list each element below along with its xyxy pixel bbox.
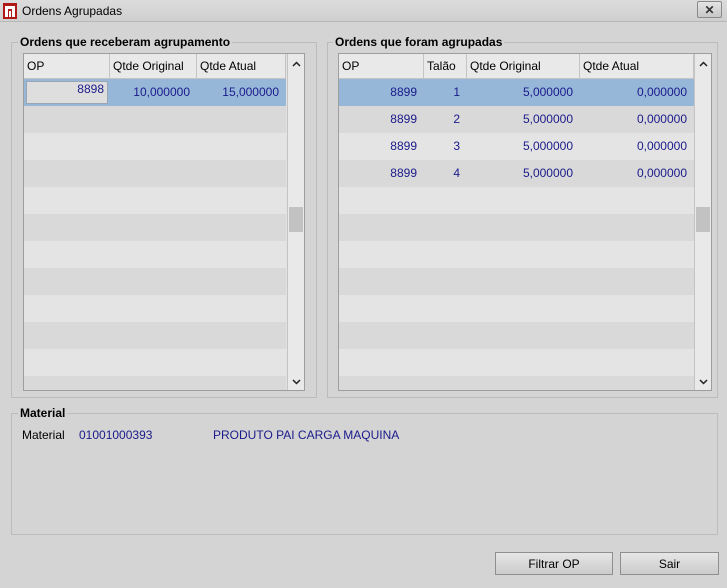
right-cell-talao: 1 — [453, 85, 460, 99]
right-cell-op: 8899 — [390, 85, 417, 99]
material-label: Material — [22, 428, 65, 442]
right-cell-qtde-original: 5,000000 — [522, 85, 573, 99]
material-description: PRODUTO PAI CARGA MAQUINA — [213, 428, 400, 442]
table-row[interactable] — [24, 349, 286, 376]
chevron-up-icon — [291, 61, 301, 67]
right-cell-op: 8899 — [390, 166, 417, 180]
table-row[interactable] — [339, 214, 694, 241]
material-code: 01001000393 — [79, 428, 153, 442]
title-bar: Ordens Agrupadas ✕ — [0, 0, 727, 22]
material-group-title: Material — [18, 406, 68, 420]
table-row[interactable] — [339, 241, 694, 268]
chevron-down-icon — [698, 379, 708, 385]
filtrar-op-button[interactable]: Filtrar OP — [495, 552, 613, 575]
chevron-up-icon — [698, 61, 708, 67]
window-title: Ordens Agrupadas — [22, 4, 123, 18]
table-row[interactable] — [24, 241, 286, 268]
right-cell-talao: 3 — [453, 139, 460, 153]
scroll-up-arrow[interactable] — [288, 56, 304, 72]
right-grid-rows: 8899 1 5,000000 0,000000 8899 2 5,000000… — [339, 79, 694, 390]
table-row[interactable]: 8898 10,000000 15,000000 — [24, 79, 286, 106]
table-row[interactable] — [24, 268, 286, 295]
right-cell-talao: 4 — [453, 166, 460, 180]
right-col-qtde-original[interactable]: Qtde Original — [467, 54, 580, 79]
right-group-title: Ordens que foram agrupadas — [333, 35, 505, 49]
right-vertical-scrollbar[interactable] — [694, 54, 711, 390]
right-col-talao[interactable]: Talão — [424, 54, 467, 79]
left-grid[interactable]: OP Qtde Original Qtde Atual 8898 10,0000… — [23, 53, 305, 391]
left-grid-header: OP Qtde Original Qtde Atual — [24, 54, 286, 79]
scroll-up-arrow[interactable] — [695, 56, 711, 72]
table-row[interactable] — [24, 133, 286, 160]
table-row[interactable] — [24, 376, 286, 390]
left-cell-qtde-atual: 15,000000 — [222, 85, 279, 99]
app-logo-icon — [3, 3, 17, 19]
table-row[interactable] — [339, 349, 694, 376]
table-row[interactable] — [339, 187, 694, 214]
sair-label: Sair — [658, 556, 681, 571]
table-row[interactable] — [24, 295, 286, 322]
close-button[interactable]: ✕ — [697, 1, 722, 18]
table-row[interactable] — [24, 106, 286, 133]
right-col-qtde-atual[interactable]: Qtde Atual — [580, 54, 694, 79]
right-col-op[interactable]: OP — [339, 54, 424, 79]
table-row[interactable]: 8899 2 5,000000 0,000000 — [339, 106, 694, 133]
scroll-thumb[interactable] — [289, 207, 303, 232]
right-cell-op: 8899 — [390, 112, 417, 126]
left-group-title: Ordens que receberam agrupamento — [18, 35, 233, 49]
right-cell-op: 8899 — [390, 139, 417, 153]
table-row[interactable] — [24, 214, 286, 241]
table-row[interactable]: 8899 1 5,000000 0,000000 — [339, 79, 694, 106]
table-row[interactable] — [339, 295, 694, 322]
right-cell-qtde-atual: 0,000000 — [636, 112, 687, 126]
scroll-thumb[interactable] — [696, 207, 710, 232]
sair-button[interactable]: Sair — [620, 552, 719, 575]
table-row[interactable]: 8899 3 5,000000 0,000000 — [339, 133, 694, 160]
table-row[interactable] — [24, 187, 286, 214]
right-cell-qtde-atual: 0,000000 — [636, 139, 687, 153]
left-col-qtde-original[interactable]: Qtde Original — [110, 54, 197, 79]
right-cell-qtde-original: 5,000000 — [522, 112, 573, 126]
right-cell-qtde-atual: 0,000000 — [636, 166, 687, 180]
right-cell-qtde-atual: 0,000000 — [636, 85, 687, 99]
left-col-qtde-atual[interactable]: Qtde Atual — [197, 54, 286, 79]
table-row[interactable] — [24, 322, 286, 349]
right-grid-header: OP Talão Qtde Original Qtde Atual — [339, 54, 694, 79]
right-cell-qtde-original: 5,000000 — [522, 139, 573, 153]
chevron-down-icon — [291, 379, 301, 385]
scroll-down-arrow[interactable] — [288, 374, 304, 390]
table-row[interactable] — [24, 160, 286, 187]
table-row[interactable]: 8899 4 5,000000 0,000000 — [339, 160, 694, 187]
close-icon: ✕ — [704, 2, 715, 17]
left-grid-rows: 8898 10,000000 15,000000 — [24, 79, 286, 390]
table-row[interactable] — [339, 268, 694, 295]
table-row[interactable] — [339, 322, 694, 349]
scroll-down-arrow[interactable] — [695, 374, 711, 390]
left-vertical-scrollbar[interactable] — [287, 54, 304, 390]
table-row[interactable] — [339, 376, 694, 390]
filtrar-op-label: Filtrar OP — [528, 556, 580, 571]
right-cell-talao: 2 — [453, 112, 460, 126]
right-grid[interactable]: OP Talão Qtde Original Qtde Atual 8899 1… — [338, 53, 712, 391]
left-cell-op[interactable]: 8898 — [26, 81, 108, 104]
left-col-op[interactable]: OP — [24, 54, 110, 79]
right-cell-qtde-original: 5,000000 — [522, 166, 573, 180]
left-cell-qtde-original: 10,000000 — [133, 85, 190, 99]
